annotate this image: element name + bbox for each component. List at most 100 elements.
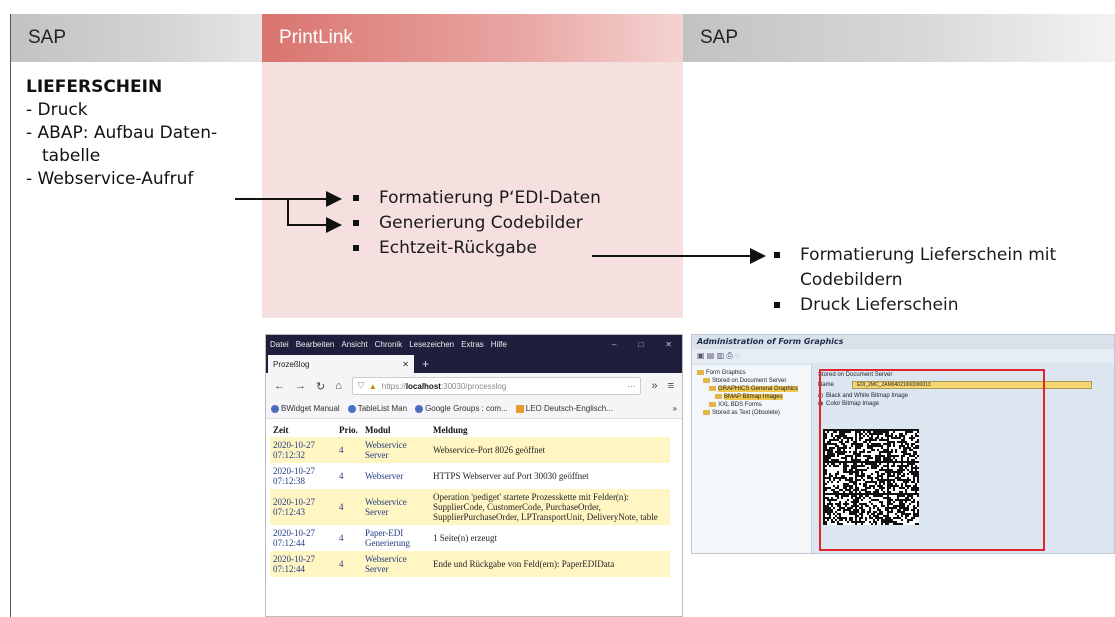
sap-output-list: Formatierung Lieferschein mit Codebilder…	[774, 243, 1056, 318]
tree-form-graphics[interactable]: Form Graphics	[695, 369, 808, 377]
output-druck: Druck Lieferschein	[774, 293, 1056, 318]
globe-icon	[347, 404, 356, 413]
cell-modul: Webservice Server	[362, 551, 430, 577]
folder-icon	[709, 385, 716, 391]
hamburger-menu-icon[interactable]: ≡	[668, 380, 674, 392]
cell-zeit: 2020-10-27 07:12:32	[270, 437, 336, 463]
col-meldung: Meldung	[433, 425, 468, 435]
cell-meldung: Operation 'pediget' startete Prozesskett…	[430, 489, 670, 525]
cell-zeit: 2020-10-27 07:12:43	[270, 489, 336, 525]
left-item-druck: - Druck	[26, 100, 88, 120]
window-controls: – □ ✕	[612, 340, 682, 349]
tab-prozesslog[interactable]: Prozeßlog ✕	[268, 355, 414, 373]
menu-hilfe[interactable]: Hilfe	[491, 340, 507, 349]
maximize-icon[interactable]: □	[638, 340, 643, 349]
toolbar-folder-icon[interactable]: ▥	[717, 351, 725, 360]
lock-warning-icon: ▲	[368, 381, 377, 391]
folder-icon	[703, 377, 710, 383]
tree-stored-as-text[interactable]: Stored as Text (Obsolete)	[695, 409, 808, 417]
cell-modul: Webserver	[365, 471, 404, 481]
cell-zeit: 2020-10-27 07:12:44	[270, 551, 336, 577]
forward-icon[interactable]: →	[295, 380, 306, 392]
cell-prio: 4	[339, 471, 344, 481]
tree-bds-forms[interactable]: XXL BDS Forms	[695, 401, 808, 409]
menu-extras[interactable]: Extras	[461, 340, 484, 349]
left-border-line	[10, 14, 11, 617]
table-row: 2020-10-27 07:12:38 4 Webserver HTTPS Webser…	[270, 463, 670, 489]
bookmark-leo[interactable]: LEO Deutsch-Englisch...	[515, 404, 613, 413]
cell-modul: Webservice Server	[362, 489, 430, 525]
cell-prio: 4	[339, 533, 344, 543]
cell-prio: 4	[336, 437, 362, 463]
page-actions-icon[interactable]: ···	[627, 382, 635, 391]
tab-close-icon[interactable]: ✕	[402, 360, 409, 369]
cell-prio: 4	[336, 551, 362, 577]
bookmark-google-groups[interactable]: Google Groups : com...	[415, 404, 508, 413]
tree-document-server[interactable]: Stored on Document Server	[695, 377, 808, 385]
toolbar-edit-icon[interactable]: ▤	[707, 351, 715, 360]
cell-meldung: Ende und Rückgabe von Feld(ern): PaperED…	[430, 551, 670, 577]
bookmark-tablelist[interactable]: TableList Man	[347, 404, 407, 413]
folder-icon	[703, 409, 710, 415]
cell-prio: 4	[336, 489, 362, 525]
left-item-abap-cont: tabelle	[42, 146, 101, 166]
cell-meldung: HTTPS Webserver auf Port 30030 geöffnet	[433, 471, 589, 481]
home-icon[interactable]: ⌂	[335, 380, 342, 392]
back-icon[interactable]: ←	[274, 380, 285, 392]
cell-zeit: 2020-10-27 07:12:44	[273, 528, 315, 548]
left-item-webservice: - Webservice-Aufruf	[26, 169, 194, 189]
bookmark-bwidget[interactable]: BWidget Manual	[271, 404, 340, 413]
toolbar-print-icon[interactable]: ⎙	[726, 351, 732, 360]
left-column-text: LIEFERSCHEIN - Druck - ABAP: Aufbau Date…	[26, 76, 217, 191]
new-tab-icon[interactable]: +	[414, 357, 429, 373]
menu-lesezeichen[interactable]: Lesezeichen	[409, 340, 454, 349]
col-zeit: Zeit	[273, 425, 289, 435]
groups-icon	[415, 404, 424, 413]
table-row: 2020-10-27 07:12:44 4 Paper-EDI Generierung…	[270, 525, 670, 551]
cell-meldung: 1 Seite(n) erzeugt	[433, 533, 497, 543]
cell-meldung: Webservice-Port 8026 geöffnet	[430, 437, 670, 463]
output-formatierung: Formatierung Lieferschein mit Codebilder…	[774, 243, 1056, 293]
table-row: 2020-10-27 07:12:44 4 Webservice Server Ende…	[270, 551, 670, 577]
code-image	[823, 429, 919, 525]
browser-navbar: ← → ↻ ⌂ ⛉ ▲ https://localhost:30030/proc…	[266, 373, 682, 399]
task-echtzeit: Echtzeit-Rückgabe	[353, 236, 601, 261]
header-sap-right: SAP	[683, 14, 1115, 62]
toolbar-refresh-icon[interactable]: ◌	[735, 351, 740, 360]
task-formatierung: Formatierung P‘EDI-Daten	[353, 186, 601, 211]
browser-tabbar: Prozeßlog ✕ +	[266, 353, 682, 373]
folder-icon	[697, 369, 704, 375]
col-modul: Modul	[365, 425, 391, 435]
table-header-row: Zeit Prio. Modul Meldung	[270, 423, 670, 437]
folder-icon	[709, 401, 716, 407]
sap-toolbar: ▣ ▤ ▥ ⎙ ◌	[692, 349, 1114, 363]
close-icon[interactable]: ✕	[665, 340, 672, 349]
toolbar-new-icon[interactable]: ▣	[697, 351, 705, 360]
col-prio: Prio.	[339, 425, 358, 435]
header-sap-left: SAP	[11, 14, 262, 62]
folder-icon	[715, 393, 722, 399]
sap-screen-title: Administration of Form Graphics	[692, 335, 1114, 349]
browser-menubar: Datei Bearbeiten Ansicht Chronik Lesezei…	[266, 335, 682, 353]
menu-chronik[interactable]: Chronik	[375, 340, 403, 349]
minimize-icon[interactable]: –	[612, 340, 616, 349]
browser-screenshot: Datei Bearbeiten Ansicht Chronik Lesezei…	[265, 334, 683, 617]
menu-datei[interactable]: Datei	[270, 340, 289, 349]
overflow-icon[interactable]: »	[651, 380, 657, 392]
menu-bearbeiten[interactable]: Bearbeiten	[296, 340, 335, 349]
bookmarks-overflow-icon[interactable]: »	[673, 404, 677, 413]
tree-bitmap-images[interactable]: BMAP Bitmap Images	[695, 393, 808, 401]
bookmarks-bar: BWidget Manual TableList Man Google Grou…	[266, 399, 682, 419]
tree-graphics-general[interactable]: GRAPHICS General Graphics	[695, 385, 808, 393]
globe-icon	[271, 404, 279, 413]
table-row: 2020-10-27 07:12:43 4 Webservice Server Oper…	[270, 489, 670, 525]
menu-ansicht[interactable]: Ansicht	[341, 340, 367, 349]
shield-icon: ⛉	[357, 381, 364, 390]
url-bar[interactable]: ⛉ ▲ https://localhost:30030/processlog ·…	[351, 377, 642, 395]
table-row: 2020-10-27 07:12:32 4 Webservice Server Webs…	[270, 437, 670, 463]
cell-zeit: 2020-10-27 07:12:38	[273, 466, 315, 486]
cell-modul: Paper-EDI Generierung	[365, 528, 410, 548]
lieferschein-title: LIEFERSCHEIN	[26, 77, 163, 97]
sap-form-graphics-screenshot: Administration of Form Graphics ▣ ▤ ▥ ⎙ …	[691, 334, 1115, 554]
reload-icon[interactable]: ↻	[316, 380, 325, 393]
